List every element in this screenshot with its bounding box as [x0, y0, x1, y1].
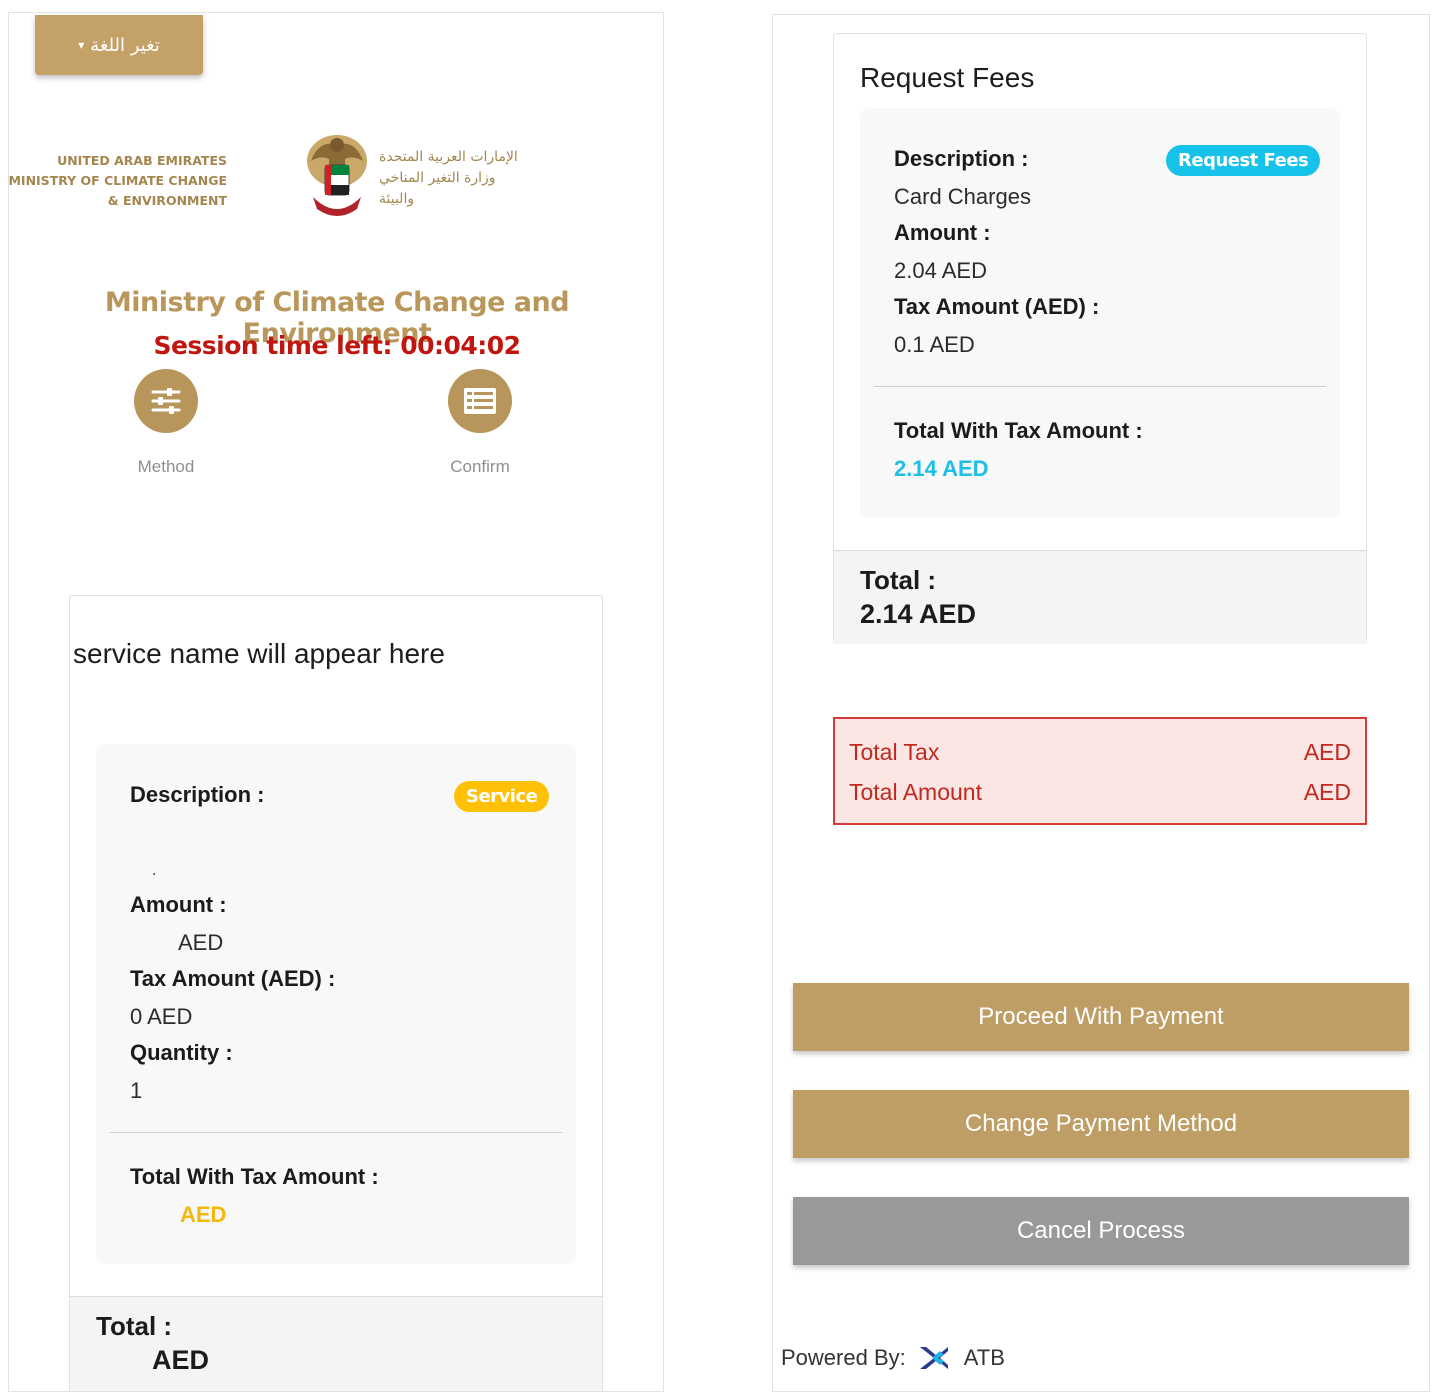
logo-english-text: UNITED ARAB EMIRATES MINISTRY OF CLIMATE…	[8, 151, 227, 211]
amount-value: AED	[178, 930, 224, 955]
change-language-label: تغير اللغة	[90, 34, 160, 56]
tax-amount-label: Tax Amount (AED) :	[130, 966, 336, 991]
service-name: service name will appear here	[73, 638, 445, 669]
powered-by-footer: Powered By: ATB	[781, 1343, 1005, 1373]
change-payment-method-button[interactable]: Change Payment Method	[793, 1090, 1409, 1158]
request-fees-card: Request Fees Description : Request Fees …	[833, 33, 1367, 644]
ministry-logo: UNITED ARAB EMIRATES MINISTRY OF CLIMATE…	[9, 131, 601, 223]
logo-line-en-1: UNITED ARAB EMIRATES	[57, 153, 227, 168]
fees-details: Description : Request Fees Card Charges …	[860, 108, 1340, 518]
sliders-icon	[151, 388, 181, 414]
cancel-process-button[interactable]: Cancel Process	[793, 1197, 1409, 1265]
total-amount-label: Total Amount	[849, 779, 982, 805]
quantity-label: Quantity :	[130, 1040, 233, 1065]
logo-line-ar-2: وزارة التغير المناخي	[379, 170, 496, 186]
total-with-tax-label: Total With Tax Amount :	[130, 1164, 379, 1189]
total-with-tax-value: AED	[180, 1202, 227, 1227]
logo-arabic-text: الإمارات العربية المتحدة وزارة التغير ال…	[379, 147, 518, 210]
fee-total-section: Total : 2.14 AED	[834, 550, 1366, 644]
fee-total-with-tax-value: 2.14 AED	[894, 456, 989, 481]
fee-tax-value: 0.1 AED	[894, 332, 975, 357]
step-confirm-circle[interactable]	[448, 369, 512, 433]
fee-total-with-tax-label: Total With Tax Amount :	[894, 418, 1143, 443]
chevron-down-icon: ▾	[78, 38, 85, 52]
fee-tax-label: Tax Amount (AED) :	[894, 294, 1100, 319]
list-icon	[464, 388, 496, 414]
request-fees-title: Request Fees	[860, 62, 1035, 93]
tax-amount-value: 0 AED	[130, 1004, 193, 1029]
totals-summary-box: Total Tax AED Total Amount AED	[833, 717, 1367, 825]
uae-falcon-emblem-icon	[307, 135, 367, 216]
amount-label: Amount :	[130, 892, 227, 917]
total-amount-value: AED	[1303, 779, 1351, 805]
logo-line-en-3: & ENVIRONMENT	[107, 193, 227, 208]
total-value: AED	[152, 1345, 210, 1375]
request-fees-badge: Request Fees	[1166, 145, 1321, 176]
service-details: Description : Service . Amount : AED Tax…	[96, 744, 576, 1264]
fee-description-label: Description :	[894, 146, 1029, 171]
total-tax-label: Total Tax	[849, 739, 940, 765]
fee-amount-value: 2.04 AED	[894, 258, 987, 283]
fee-total-label: Total :	[860, 565, 937, 595]
total-tax-value: AED	[1303, 739, 1351, 765]
step-method[interactable]: Method	[106, 369, 226, 477]
fee-amount-label: Amount :	[894, 220, 991, 245]
logo-line-ar-3: والبيئة	[379, 191, 415, 207]
logo-line-ar-1: الإمارات العربية المتحدة	[379, 149, 518, 165]
total-section: Total : AED	[70, 1296, 602, 1391]
step-method-label: Method	[137, 457, 195, 476]
total-amount-row: Total Amount AED	[849, 779, 1351, 806]
description-value: .	[152, 862, 157, 879]
method-confirm-screen: ▾ تغير اللغة UNITED ARAB EMIRATES MINIST…	[8, 12, 664, 1392]
step-confirm-label: Confirm	[450, 457, 510, 476]
step-method-circle[interactable]	[134, 369, 198, 433]
service-badge: Service	[454, 781, 550, 812]
session-timer: Session time left: 00:04:02	[153, 331, 521, 360]
payment-confirm-screen: Request Fees Description : Request Fees …	[772, 14, 1430, 1392]
fees-divider	[874, 386, 1326, 387]
service-card: service name will appear here Descriptio…	[69, 595, 603, 1391]
powered-by-label: Powered By:	[781, 1345, 906, 1370]
details-divider	[110, 1132, 562, 1133]
proceed-with-payment-button[interactable]: Proceed With Payment	[793, 983, 1409, 1051]
atb-brand-name: ATB	[963, 1345, 1005, 1370]
total-label: Total :	[96, 1311, 173, 1341]
total-tax-row: Total Tax AED	[849, 739, 1351, 766]
step-confirm[interactable]: Confirm	[420, 369, 540, 477]
quantity-value: 1	[130, 1078, 143, 1103]
logo-line-en-2: MINISTRY OF CLIMATE CHANGE	[8, 173, 227, 188]
change-language-button[interactable]: ▾ تغير اللغة	[35, 15, 203, 75]
fee-description-value: Card Charges	[894, 184, 1031, 209]
fee-total-value: 2.14 AED	[860, 599, 977, 629]
atb-logo-icon	[919, 1347, 948, 1369]
description-label: Description :	[130, 782, 265, 807]
